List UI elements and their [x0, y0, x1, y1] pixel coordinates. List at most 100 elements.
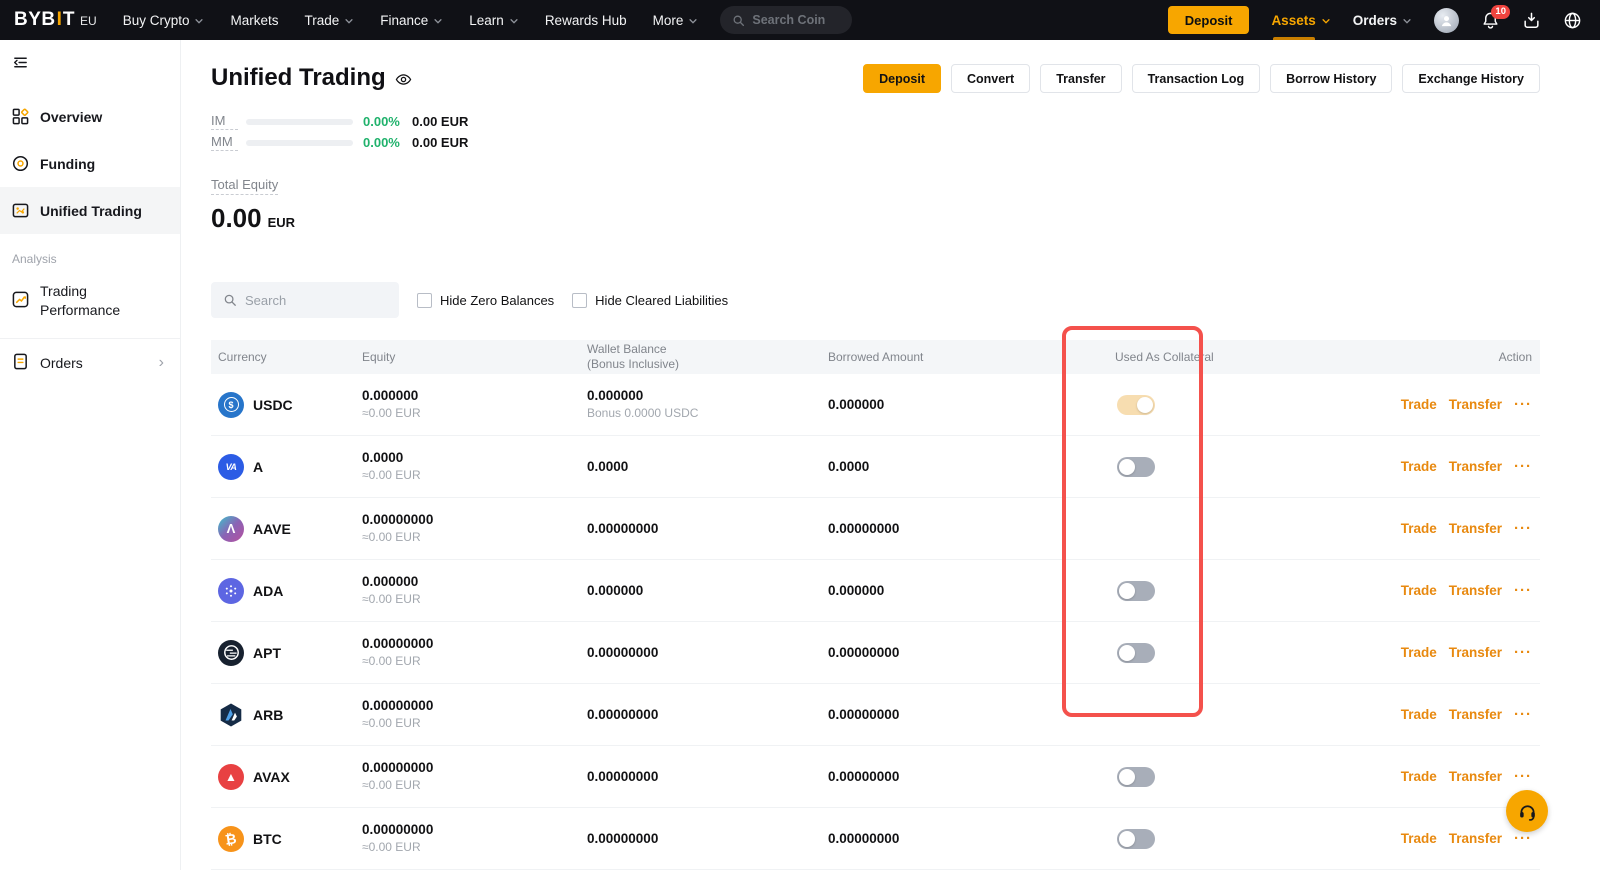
collateral-toggle[interactable]: [1117, 643, 1155, 663]
sidebar-item-funding[interactable]: Funding: [0, 140, 180, 187]
borrowed-amount-cell: 0.00000000: [828, 830, 1090, 848]
collateral-toggle[interactable]: [1117, 581, 1155, 601]
toggle-knob: [1119, 831, 1135, 847]
trade-link[interactable]: Trade: [1401, 521, 1437, 536]
collateral-toggle[interactable]: [1117, 395, 1155, 415]
collateral-toggle[interactable]: [1117, 767, 1155, 787]
nav-item-buy-crypto[interactable]: Buy Crypto: [123, 13, 205, 28]
exchange-history-button[interactable]: Exchange History: [1402, 64, 1540, 93]
transfer-link[interactable]: Transfer: [1449, 645, 1502, 660]
nav-item-trade[interactable]: Trade: [304, 13, 354, 28]
nav-item-finance[interactable]: Finance: [380, 13, 443, 28]
more-actions-button[interactable]: ···: [1514, 710, 1532, 720]
equity-amount: 0.00000000: [362, 511, 587, 529]
wallet-amount: 0.00000000: [587, 830, 828, 848]
transaction-log-button[interactable]: Transaction Log: [1132, 64, 1261, 93]
action-cell: Trade Transfer ···: [1366, 459, 1540, 474]
sidebar-item-unified-trading[interactable]: Unified Trading: [0, 187, 180, 234]
equity-amount: 0.0000: [362, 449, 587, 467]
transfer-link[interactable]: Transfer: [1449, 831, 1502, 846]
trade-link[interactable]: Trade: [1401, 831, 1437, 846]
transfer-link[interactable]: Transfer: [1449, 769, 1502, 784]
transfer-link[interactable]: Transfer: [1449, 521, 1502, 536]
margin-percent: 0.00%: [363, 135, 412, 150]
transfer-link[interactable]: Transfer: [1449, 583, 1502, 598]
hide-zero-balances-checkbox[interactable]: Hide Zero Balances: [417, 293, 554, 308]
more-actions-button[interactable]: ···: [1514, 772, 1532, 782]
im-margin-row: IM0.00%0.00 EUR: [211, 111, 1540, 132]
nav-deposit-button[interactable]: Deposit: [1168, 6, 1250, 34]
customer-support-button[interactable]: [1506, 790, 1548, 832]
coin-name: BTC: [253, 831, 282, 847]
coin-name: APT: [253, 645, 281, 661]
currency-cell: ARB: [211, 702, 362, 728]
nav-item-rewards-hub[interactable]: Rewards Hub: [545, 13, 627, 28]
more-actions-button[interactable]: ···: [1514, 648, 1532, 658]
coin-search-input[interactable]: [752, 13, 842, 27]
more-actions-button[interactable]: ···: [1514, 400, 1532, 410]
bybit-logo[interactable]: BYBIT EU: [14, 9, 97, 31]
headset-icon: [1517, 801, 1538, 822]
main-content: Unified Trading DepositConvertTransferTr…: [181, 40, 1600, 870]
deposit-tray-button[interactable]: [1522, 11, 1541, 30]
equity-amount: 0.00000000: [362, 759, 587, 777]
borrow-history-button[interactable]: Borrow History: [1270, 64, 1392, 93]
trade-link[interactable]: Trade: [1401, 707, 1437, 722]
sidebar-item-trading-performance[interactable]: Trading Performance: [0, 272, 180, 330]
sidebar-item-label: Funding: [40, 156, 95, 172]
currency-cell: VAA: [211, 454, 362, 480]
asset-search-input[interactable]: [245, 293, 375, 308]
nav-item-markets[interactable]: Markets: [230, 13, 278, 28]
more-actions-button[interactable]: ···: [1514, 834, 1532, 844]
nav-item-label: Buy Crypto: [123, 13, 190, 28]
nav-item-label: Trade: [304, 13, 339, 28]
more-actions-button[interactable]: ···: [1514, 462, 1532, 472]
trade-link[interactable]: Trade: [1401, 769, 1437, 784]
language-globe-button[interactable]: [1563, 11, 1582, 30]
asset-search-box[interactable]: [211, 282, 399, 318]
transfer-button[interactable]: Transfer: [1040, 64, 1121, 93]
sidebar-item-overview[interactable]: Overview: [0, 93, 180, 140]
equity-fiat: ≈0.00 EUR: [362, 591, 587, 608]
collateral-toggle[interactable]: [1117, 829, 1155, 849]
more-actions-button[interactable]: ···: [1514, 586, 1532, 596]
nav-orders-menu[interactable]: Orders: [1353, 13, 1412, 28]
nav-item-label: Finance: [380, 13, 428, 28]
transfer-link[interactable]: Transfer: [1449, 459, 1502, 474]
coin-search-box[interactable]: [720, 6, 852, 34]
nav-assets-menu[interactable]: Assets: [1271, 0, 1330, 40]
wallet-balance-cell: 0.00000000: [587, 706, 828, 724]
trade-link[interactable]: Trade: [1401, 397, 1437, 412]
equity-amount: 0.00000000: [362, 635, 587, 653]
sidebar-item-label: Orders: [40, 354, 83, 373]
convert-button[interactable]: Convert: [951, 64, 1030, 93]
action-cell: Trade Transfer ···: [1366, 521, 1540, 536]
deposit-button[interactable]: Deposit: [863, 64, 941, 93]
sidebar-collapse-icon[interactable]: [12, 54, 29, 71]
currency-cell: APT: [211, 640, 362, 666]
trade-link[interactable]: Trade: [1401, 459, 1437, 474]
user-avatar[interactable]: [1434, 8, 1459, 33]
transfer-link[interactable]: Transfer: [1449, 707, 1502, 722]
trade-link[interactable]: Trade: [1401, 645, 1437, 660]
more-actions-button[interactable]: ···: [1514, 524, 1532, 534]
nav-item-learn[interactable]: Learn: [469, 13, 519, 28]
asset-table-body: $USDC0.000000≈0.00 EUR0.000000Bonus 0.00…: [211, 374, 1540, 870]
avax-coin-icon: ▲: [218, 764, 244, 790]
collateral-cell: [1090, 829, 1366, 849]
notifications-bell[interactable]: 10: [1481, 11, 1500, 30]
trade-link[interactable]: Trade: [1401, 583, 1437, 598]
wallet-amount: 0.000000: [587, 582, 828, 600]
sidebar-item-orders[interactable]: Orders›: [0, 343, 180, 383]
nav-item-more[interactable]: More: [653, 13, 699, 28]
transfer-link[interactable]: Transfer: [1449, 397, 1502, 412]
coin-name: AVAX: [253, 769, 290, 785]
borrowed-amount-cell: 0.00000000: [828, 706, 1090, 724]
collateral-toggle[interactable]: [1117, 457, 1155, 477]
margin-percent: 0.00%: [363, 114, 412, 129]
eye-icon[interactable]: [395, 71, 412, 88]
sidebar: OverviewFundingUnified Trading Analysis …: [0, 40, 181, 870]
hide-cleared-liabilities-checkbox[interactable]: Hide Cleared Liabilities: [572, 293, 728, 308]
borrowed-amount-cell: 0.00000000: [828, 768, 1090, 786]
table-row-ada: ADA0.000000≈0.00 EUR0.0000000.000000Trad…: [211, 560, 1540, 622]
